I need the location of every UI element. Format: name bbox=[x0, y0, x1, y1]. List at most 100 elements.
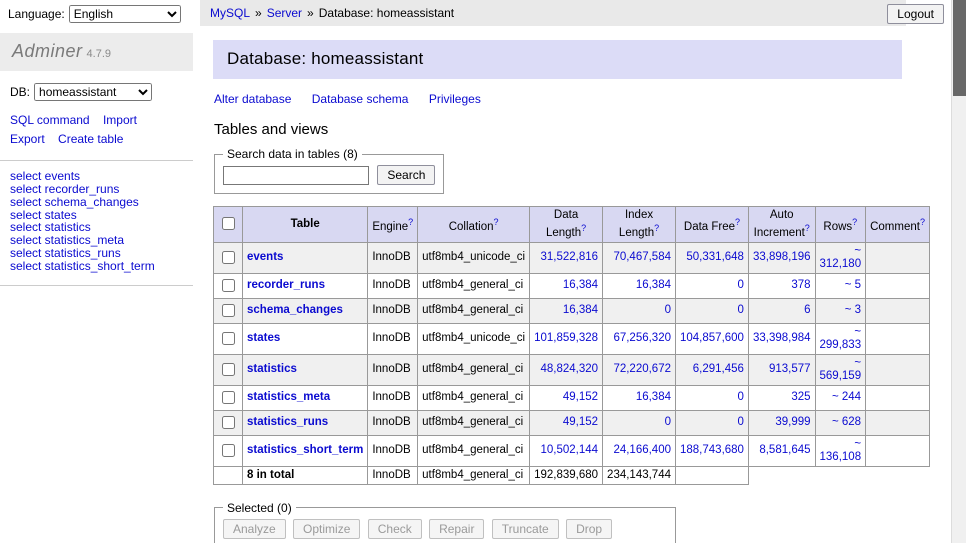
breadcrumb: MySQL»Server»Database: homeassistant bbox=[200, 0, 906, 26]
table-link[interactable]: statistics bbox=[247, 363, 297, 375]
hint-link[interactable]: ? bbox=[805, 223, 810, 233]
table-link[interactable]: states bbox=[247, 332, 280, 344]
sidebar-item-export[interactable]: Export bbox=[10, 132, 45, 146]
table-total-row: 8 in total InnoDB utf8mb4_general_ci 192… bbox=[214, 466, 930, 484]
search-button[interactable]: Search bbox=[377, 165, 435, 185]
table-link[interactable]: statistics_meta bbox=[247, 391, 330, 403]
breadcrumb-separator: » bbox=[255, 6, 262, 20]
cell-index-length: 67,256,320 bbox=[603, 323, 676, 354]
check-button[interactable]: Check bbox=[368, 519, 422, 539]
optimize-button[interactable]: Optimize bbox=[293, 519, 360, 539]
alter-database-link[interactable]: Alter database bbox=[214, 92, 291, 106]
database-schema-link[interactable]: Database schema bbox=[312, 92, 409, 106]
search-input[interactable] bbox=[223, 166, 369, 185]
table-link[interactable]: statistics_short_term bbox=[247, 444, 363, 456]
privileges-link[interactable]: Privileges bbox=[429, 92, 481, 106]
search-fieldset: Search data in tables (8) Search bbox=[214, 147, 444, 194]
cell-data-free: 6,291,456 bbox=[676, 354, 749, 385]
scrollbar-thumb[interactable] bbox=[953, 0, 966, 96]
row-checkbox[interactable] bbox=[222, 279, 235, 292]
logout-button[interactable]: Logout bbox=[887, 4, 944, 24]
hint-link[interactable]: ? bbox=[920, 217, 925, 227]
table-link[interactable]: events bbox=[247, 251, 283, 263]
cell-comment bbox=[866, 323, 930, 354]
cell-index-length: 70,467,584 bbox=[603, 242, 676, 273]
sidebar-table-list: select events select recorder_runs selec… bbox=[0, 161, 193, 285]
rows-count-link[interactable]: ~ 136,108 bbox=[820, 438, 862, 463]
cell-index-length: 16,384 bbox=[603, 273, 676, 298]
cell-comment bbox=[866, 242, 930, 273]
cell-comment bbox=[866, 435, 930, 466]
col-header-collation: Collation? bbox=[418, 207, 530, 243]
rows-count-link[interactable]: ~ 312,180 bbox=[820, 245, 862, 270]
cell-collation: utf8mb4_unicode_ci bbox=[418, 323, 530, 354]
app-name: Adminer bbox=[12, 41, 83, 61]
rows-count-link[interactable]: ~ 244 bbox=[832, 391, 861, 403]
row-checkbox[interactable] bbox=[222, 363, 235, 376]
cell-engine: InnoDB bbox=[368, 435, 418, 466]
repair-button[interactable]: Repair bbox=[429, 519, 484, 539]
table-row: statistics_short_term InnoDB utf8mb4_gen… bbox=[214, 435, 930, 466]
row-checkbox[interactable] bbox=[222, 416, 235, 429]
truncate-button[interactable]: Truncate bbox=[492, 519, 559, 539]
sidebar-item-sql-command[interactable]: SQL command bbox=[10, 113, 90, 127]
rows-count-link[interactable]: ~ 628 bbox=[832, 416, 861, 428]
cell-engine: InnoDB bbox=[368, 385, 418, 410]
select-all-checkbox[interactable] bbox=[222, 217, 235, 230]
table-row: statistics_runs InnoDB utf8mb4_general_c… bbox=[214, 410, 930, 435]
cell-collation: utf8mb4_general_ci bbox=[418, 354, 530, 385]
analyze-button[interactable]: Analyze bbox=[223, 519, 286, 539]
selected-fieldset: Selected (0) Analyze Optimize Check Repa… bbox=[214, 501, 676, 543]
cell-rows: ~ 312,180 bbox=[815, 242, 866, 273]
language-select[interactable]: English bbox=[69, 5, 181, 23]
table-link[interactable]: statistics_runs bbox=[247, 416, 328, 428]
tables-and-views-heading: Tables and views bbox=[214, 121, 902, 138]
cell-rows: ~ 628 bbox=[815, 410, 866, 435]
table-link[interactable]: recorder_runs bbox=[247, 279, 325, 291]
sidebar-select-statistics-short-term[interactable]: select statistics_short_term bbox=[10, 259, 155, 273]
hint-link[interactable]: ? bbox=[735, 217, 740, 227]
rows-count-link[interactable]: ~ 5 bbox=[845, 279, 861, 291]
cell-checkbox-empty bbox=[214, 466, 243, 484]
hint-link[interactable]: ? bbox=[581, 223, 586, 233]
cell-collation: utf8mb4_general_ci bbox=[418, 298, 530, 323]
row-checkbox[interactable] bbox=[222, 391, 235, 404]
table-link[interactable]: schema_changes bbox=[247, 304, 343, 316]
rows-count-link[interactable]: ~ 3 bbox=[845, 304, 861, 316]
col-header-data-free: Data Free? bbox=[676, 207, 749, 243]
cell-table-name: statistics_runs bbox=[243, 410, 368, 435]
table-row: recorder_runs InnoDB utf8mb4_general_ci … bbox=[214, 273, 930, 298]
hint-link[interactable]: ? bbox=[493, 217, 498, 227]
row-checkbox[interactable] bbox=[222, 304, 235, 317]
row-checkbox[interactable] bbox=[222, 332, 235, 345]
cell-auto-increment: 913,577 bbox=[748, 354, 815, 385]
breadcrumb-server-link[interactable]: Server bbox=[267, 6, 302, 20]
cell-engine: InnoDB bbox=[368, 273, 418, 298]
cell-engine: InnoDB bbox=[368, 410, 418, 435]
row-checkbox[interactable] bbox=[222, 444, 235, 457]
cell-rows: ~ 244 bbox=[815, 385, 866, 410]
cell-data-free: 0 bbox=[676, 385, 749, 410]
drop-button[interactable]: Drop bbox=[566, 519, 612, 539]
hint-link[interactable]: ? bbox=[852, 217, 857, 227]
scrollbar[interactable] bbox=[951, 0, 966, 543]
hint-link[interactable]: ? bbox=[654, 223, 659, 233]
row-checkbox[interactable] bbox=[222, 251, 235, 264]
rows-count-link[interactable]: ~ 569,159 bbox=[820, 357, 862, 382]
cell-collation: utf8mb4_general_ci bbox=[418, 385, 530, 410]
cell-auto-increment: 6 bbox=[748, 298, 815, 323]
cell-auto-increment: 39,999 bbox=[748, 410, 815, 435]
rows-count-link[interactable]: ~ 299,833 bbox=[820, 326, 862, 351]
cell-engine: InnoDB bbox=[368, 466, 418, 484]
col-header-rows: Rows? bbox=[815, 207, 866, 243]
cell-checkbox bbox=[214, 298, 243, 323]
cell-empty bbox=[866, 466, 930, 484]
sidebar-item-create-table[interactable]: Create table bbox=[58, 132, 123, 146]
table-header-row: Table Engine? Collation? Data Length? In… bbox=[214, 207, 930, 243]
db-select[interactable]: homeassistant bbox=[34, 83, 152, 101]
breadcrumb-separator: » bbox=[307, 6, 314, 20]
sidebar-item-import[interactable]: Import bbox=[103, 113, 137, 127]
breadcrumb-mysql-link[interactable]: MySQL bbox=[210, 6, 250, 20]
app-version: 4.7.9 bbox=[87, 48, 111, 60]
hint-link[interactable]: ? bbox=[408, 217, 413, 227]
